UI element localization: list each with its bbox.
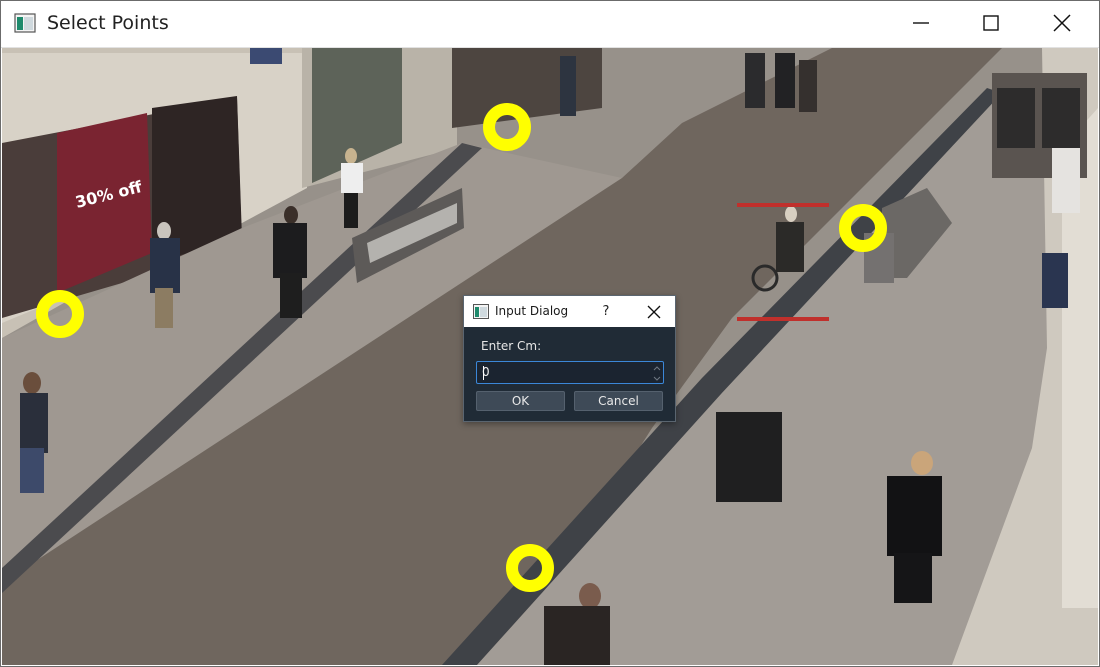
cm-spinbox[interactable]: 0 [476,361,664,384]
dialog-title: Input Dialog [495,304,569,318]
shop-sign [250,48,282,64]
close-icon [1053,14,1071,32]
text-caret [483,366,484,380]
utility-box [716,412,782,502]
spin-up-button[interactable] [651,363,663,373]
cancel-button[interactable]: Cancel [574,391,663,411]
minimize-button[interactable] [886,0,956,46]
help-button[interactable]: ? [596,296,616,327]
chevron-down-icon [653,376,661,381]
dialog-titlebar: Input Dialog ? [464,296,675,327]
window-titlebar: Select Points [0,0,1100,48]
maximize-button[interactable] [956,0,1026,46]
window-title: Select Points [47,12,169,34]
dialog-close-button[interactable] [634,296,674,327]
close-icon [647,305,661,318]
ok-button[interactable]: OK [476,391,565,411]
maximize-icon [983,15,999,31]
input-dialog: Input Dialog ? Enter Cm: 0 OK Cancel [463,295,676,422]
spin-down-button[interactable] [651,373,663,383]
street-sign [1042,253,1068,308]
phone-booth-left [997,88,1035,148]
dialog-app-icon [473,304,489,319]
chevron-up-icon [653,365,661,370]
minimize-icon [913,22,929,24]
app-window-icon [14,13,36,33]
enter-cm-label: Enter Cm: [481,339,542,353]
phone-booth-right [1042,88,1080,148]
close-window-button[interactable] [1027,0,1097,46]
